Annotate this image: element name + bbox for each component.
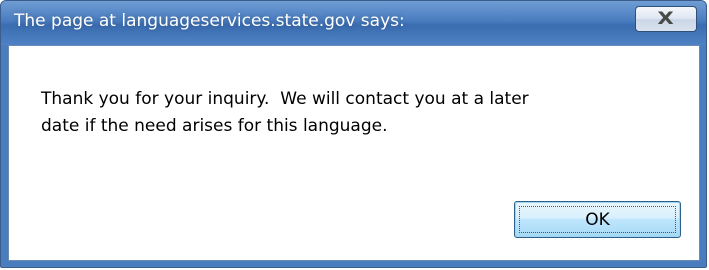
ok-button[interactable]: OK bbox=[514, 201, 681, 238]
alert-dialog: The page at languageservices.state.gov s… bbox=[0, 0, 707, 268]
close-icon: X bbox=[657, 8, 675, 29]
dialog-message: Thank you for your inquiry. We will cont… bbox=[41, 89, 529, 136]
dialog-titlebar[interactable]: The page at languageservices.state.gov s… bbox=[1, 1, 706, 45]
close-button[interactable]: X bbox=[635, 6, 697, 32]
dialog-body: Thank you for your inquiry. We will cont… bbox=[8, 45, 700, 261]
dialog-title: The page at languageservices.state.gov s… bbox=[14, 11, 405, 31]
ok-button-label: OK bbox=[585, 209, 610, 230]
